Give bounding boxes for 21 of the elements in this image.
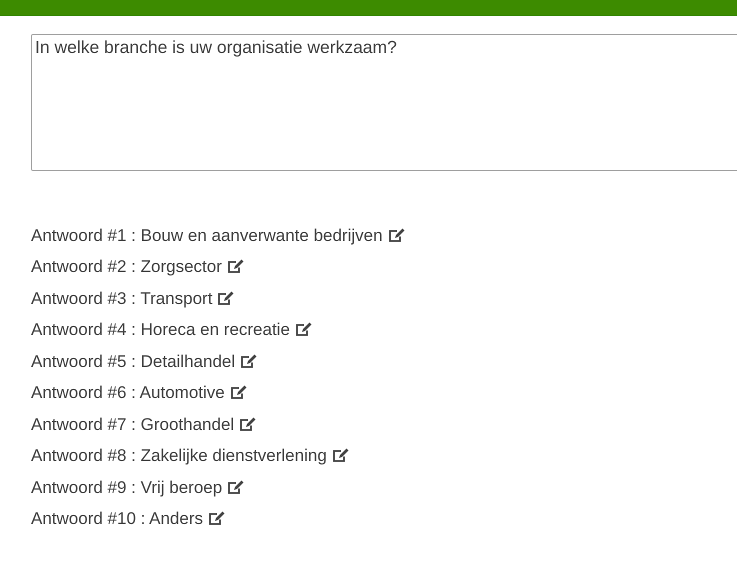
answer-text: Antwoord #4 : Horeca en recreatie xyxy=(31,319,290,341)
edit-icon[interactable] xyxy=(227,480,244,495)
answer-text: Antwoord #3 : Transport xyxy=(31,288,212,310)
edit-icon[interactable] xyxy=(240,354,258,369)
edit-icon[interactable] xyxy=(332,448,349,464)
edit-icon[interactable] xyxy=(230,385,247,400)
answer-text: Antwoord #8 : Zakelijke dienstverlening xyxy=(31,445,327,467)
edit-icon[interactable] xyxy=(294,322,312,338)
answer-text: Antwoord #6 : Automotive xyxy=(31,382,225,404)
answer-text: Antwoord #7 : Groothandel xyxy=(31,414,234,436)
question-field[interactable]: In welke branche is uw organisatie werkzaam? xyxy=(31,34,737,171)
answer-text: Antwoord #2 : Zorgsector xyxy=(31,256,222,278)
answer-text: Antwoord #1 : Bouw en aanverwante bedrijven xyxy=(31,224,383,246)
edit-icon[interactable] xyxy=(217,290,234,306)
edit-icon[interactable] xyxy=(226,259,244,274)
answer-text: Antwoord #9 : Vrij beroep xyxy=(31,476,222,498)
answer-text: Antwoord #5 : Detailhandel xyxy=(31,350,236,372)
edit-icon[interactable] xyxy=(388,228,405,243)
edit-icon[interactable] xyxy=(208,511,226,526)
answer-text: Antwoord #10 : Anders xyxy=(31,508,204,530)
edit-icon[interactable] xyxy=(239,416,256,432)
